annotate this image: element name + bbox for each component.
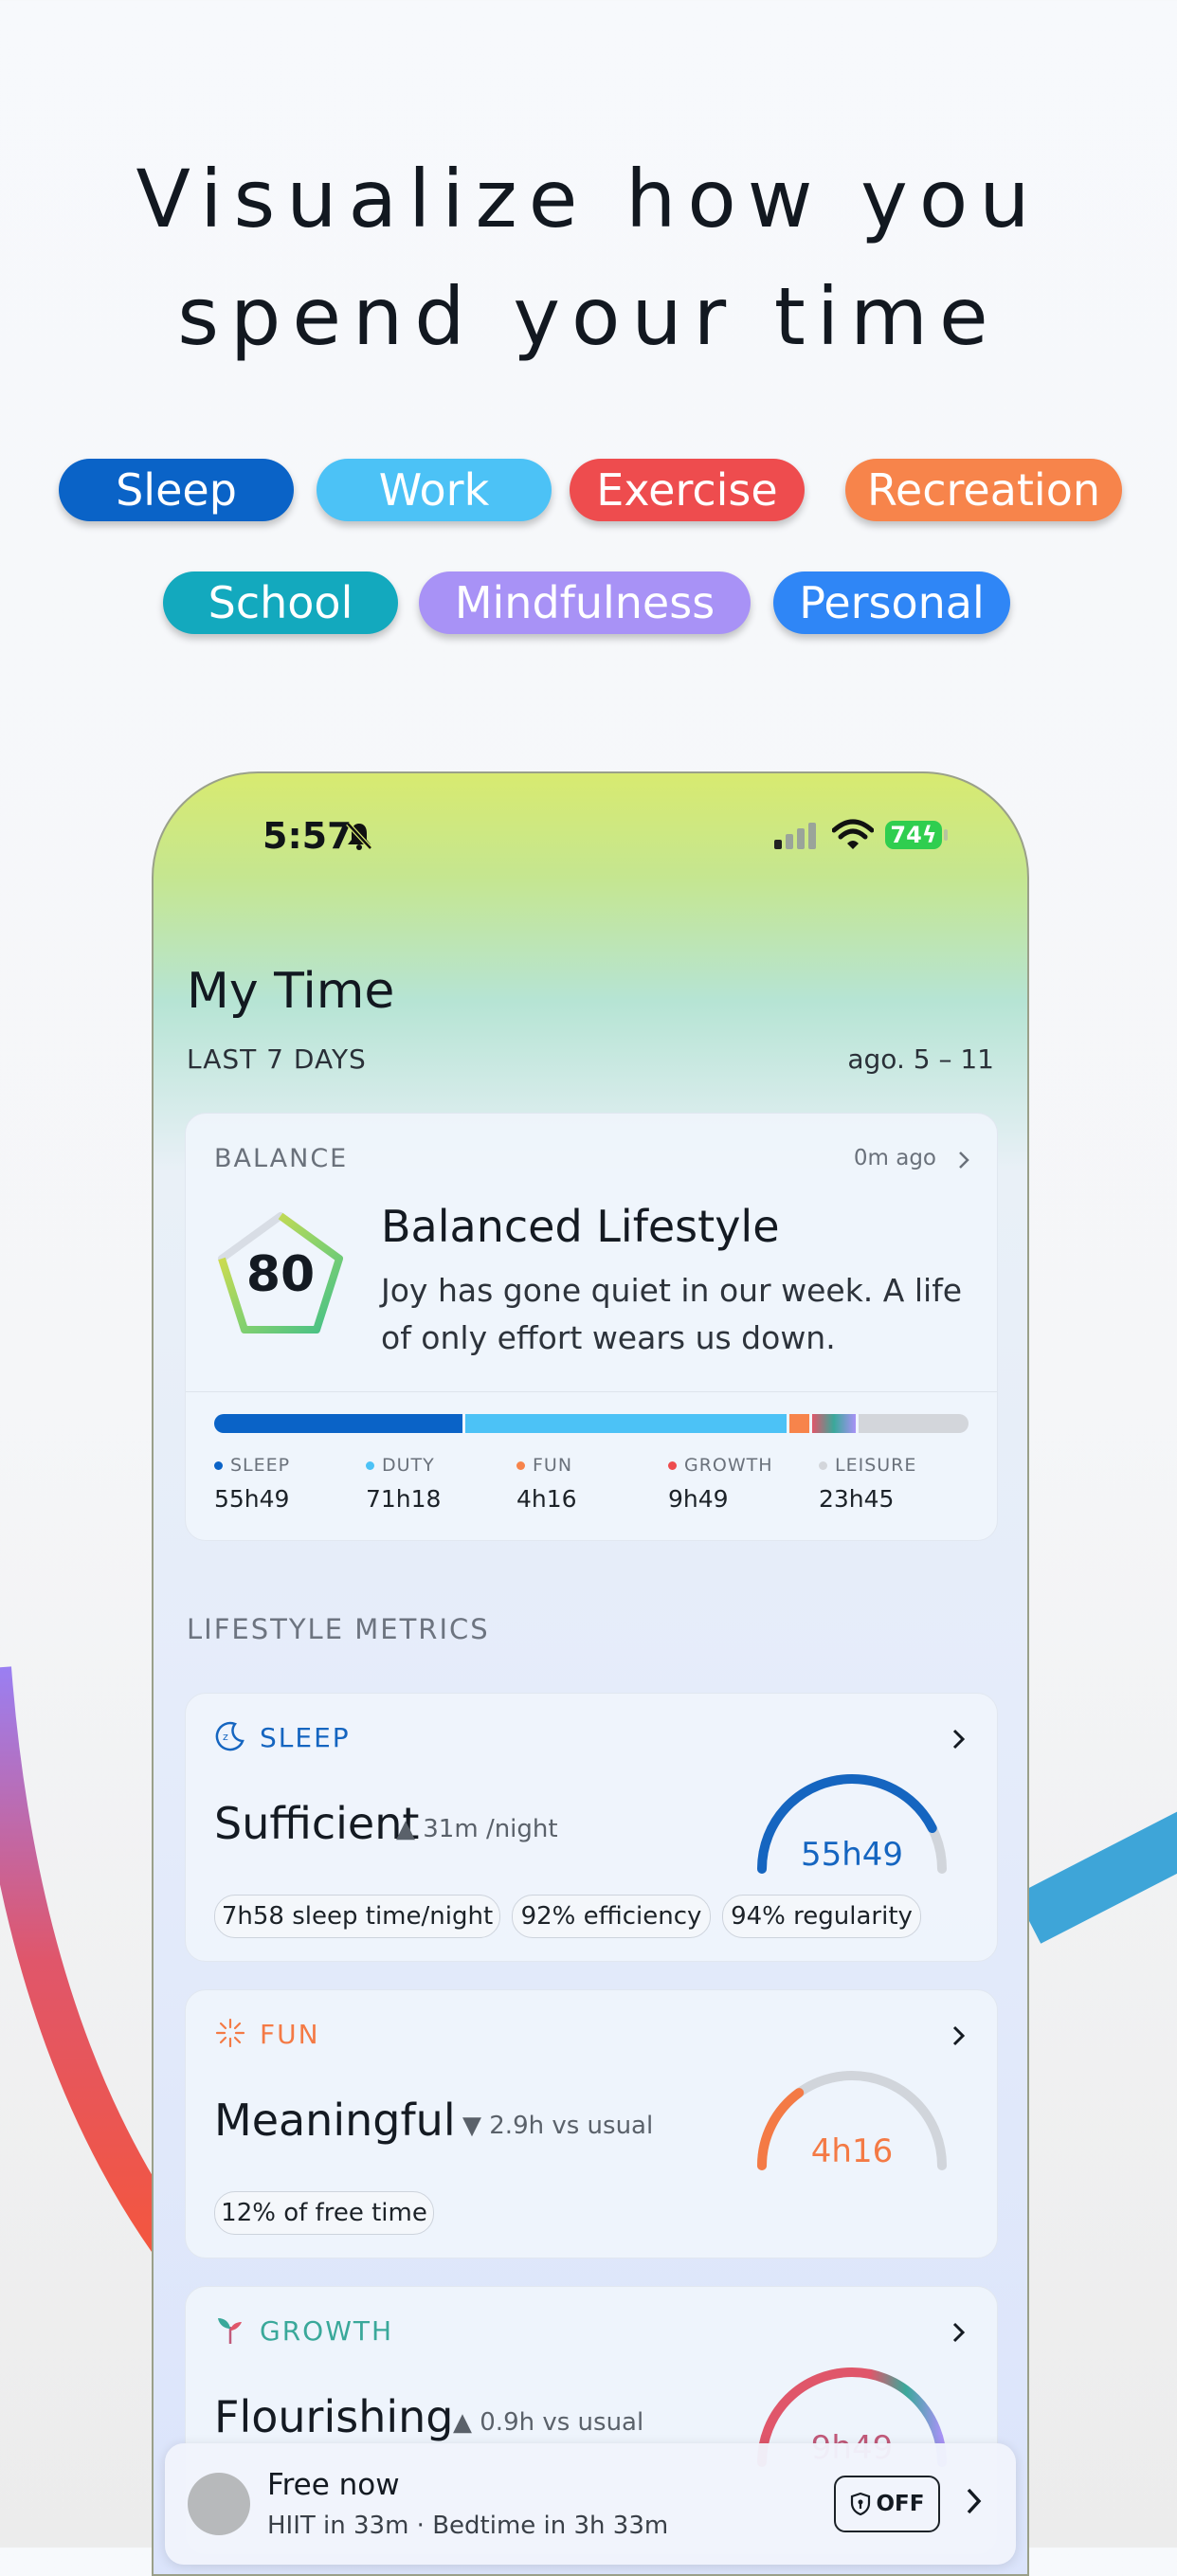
battery-level: 74	[890, 822, 922, 848]
legend-dot	[366, 1460, 374, 1470]
metric-chip: 7h58 sleep time/night	[214, 1895, 500, 1938]
bar-segment-leisure	[859, 1414, 969, 1433]
legend-label: FUN	[533, 1455, 573, 1476]
category-pill-mindfulness: Mindfulness	[419, 571, 751, 634]
metric-card-sleep[interactable]: z SLEEP Sufficient ▲ 31m /night 55h49 7h…	[185, 1693, 998, 1962]
balance-title: Balanced Lifestyle	[381, 1201, 780, 1252]
balance-score: 80	[245, 1246, 316, 1303]
svg-text:z: z	[223, 1731, 228, 1743]
bar-segment-fun	[789, 1414, 810, 1433]
chevron-right-icon[interactable]	[957, 1150, 970, 1170]
page-title: My Time	[187, 963, 395, 1020]
metric-value: 55h49	[800, 1836, 904, 1874]
triangle-up-icon: ▲	[396, 1815, 415, 1843]
chevron-right-icon[interactable]	[966, 2487, 983, 2515]
fireworks-icon	[215, 2018, 245, 2048]
bolt-icon: ϟ	[921, 822, 937, 848]
category-pill-recreation: Recreation	[845, 459, 1122, 521]
category-pill-work: Work	[317, 459, 552, 521]
metric-delta: ▲ 0.9h vs usual	[453, 2408, 643, 2437]
category-pill-personal: Personal	[773, 571, 1010, 634]
triangle-up-icon: ▲	[453, 2408, 472, 2437]
triangle-down-icon: ▼	[462, 2112, 481, 2140]
section-title: LIFESTYLE METRICS	[187, 1613, 490, 1645]
balance-card[interactable]: BALANCE 0m ago 80 Balanced Lifestyle Joy…	[185, 1113, 998, 1541]
toast-subtitle: HIIT in 33m · Bedtime in 3h 33m	[267, 2512, 669, 2540]
metric-delta: ▲ 31m /night	[396, 1815, 558, 1843]
legend-value: 23h45	[819, 1485, 895, 1513]
legend-fun: FUN 4h16	[516, 1455, 659, 1513]
legend-value: 4h16	[516, 1485, 577, 1513]
sleep-icon: z	[215, 1721, 244, 1751]
metric-name: GROWTH	[260, 2315, 394, 2347]
legend-label: LEISURE	[835, 1455, 917, 1476]
legend-duty: DUTY 71h18	[366, 1455, 508, 1513]
chevron-right-icon[interactable]	[951, 2321, 967, 2344]
metric-chip: 94% regularity	[722, 1895, 921, 1938]
legend-dot	[668, 1460, 677, 1470]
toast-title: Free now	[267, 2468, 400, 2502]
period-selector[interactable]: LAST 7 DAYS	[187, 1043, 367, 1075]
date-range: ago. 5 – 11	[847, 1043, 994, 1075]
metric-name: SLEEP	[260, 1722, 351, 1753]
now-toast[interactable]: Free now HIIT in 33m · Bedtime in 3h 33m…	[165, 2443, 1016, 2565]
bar-segment-sleep	[214, 1414, 463, 1433]
metric-name: FUN	[260, 2019, 320, 2050]
balance-updated: 0m ago	[853, 1146, 936, 1170]
bar-segment-duty	[465, 1414, 788, 1433]
category-pill-exercise: Exercise	[570, 459, 805, 521]
headline-line-1: Visualize how you	[136, 153, 1041, 245]
avatar	[188, 2473, 250, 2535]
status-bar: 5:57 74 ϟ	[154, 773, 1027, 906]
category-pill-school: School	[163, 571, 398, 634]
legend-leisure: LEISURE 23h45	[819, 1455, 961, 1513]
headline-line-2: spend your time	[177, 270, 1000, 363]
metric-status: Flourishing	[214, 2391, 454, 2442]
status-time: 5:57	[263, 815, 353, 857]
metric-status: Sufficient	[214, 1798, 420, 1849]
battery-charging-icon: 74 ϟ	[885, 821, 942, 849]
metric-delta-text: 31m /night	[423, 1815, 558, 1843]
legend-dot	[516, 1460, 525, 1470]
legend-value: 71h18	[366, 1485, 442, 1513]
balance-label: BALANCE	[214, 1144, 349, 1173]
bell-slash-icon	[346, 822, 372, 850]
chevron-right-icon[interactable]	[951, 1728, 967, 1751]
metric-value: 4h16	[810, 2132, 894, 2170]
legend-value: 55h49	[214, 1485, 290, 1513]
metric-card-fun[interactable]: FUN Meaningful ▼ 2.9h vs usual 4h16 12% …	[185, 1989, 998, 2259]
metric-delta-text: 2.9h vs usual	[489, 2112, 654, 2140]
metric-chip: 92% efficiency	[512, 1895, 711, 1938]
divider	[186, 1391, 997, 1392]
metric-status: Meaningful	[214, 2095, 456, 2146]
sprout-icon	[218, 2318, 242, 2344]
legend-dot	[214, 1460, 223, 1470]
wifi-icon	[832, 819, 874, 849]
legend-label: DUTY	[382, 1455, 435, 1476]
legend-value: 9h49	[668, 1485, 729, 1513]
focus-toggle-button[interactable]: OFF	[834, 2476, 940, 2532]
category-pill-sleep: Sleep	[59, 459, 294, 521]
metric-delta: ▼ 2.9h vs usual	[462, 2112, 653, 2140]
metric-delta-text: 0.9h vs usual	[480, 2408, 644, 2437]
shield-icon	[850, 2492, 870, 2516]
bar-segment-growth	[812, 1414, 857, 1433]
metric-chip: 12% of free time	[214, 2191, 434, 2235]
balance-breakdown-bar	[214, 1414, 969, 1433]
phone-mockup: 5:57 74 ϟ My Time LAST 7 DAYS ago. 5 – 11…	[152, 771, 1029, 2576]
headline: Visualize how you spend your time	[0, 140, 1177, 375]
balance-description: Joy has gone quiet in our week. A life o…	[381, 1272, 963, 1356]
legend-dot	[819, 1460, 827, 1470]
toggle-label: OFF	[876, 2492, 925, 2516]
chevron-right-icon[interactable]	[951, 2024, 967, 2047]
legend-sleep: SLEEP 55h49	[214, 1455, 356, 1513]
cellular-signal-icon	[774, 823, 816, 849]
legend-growth: GROWTH 9h49	[668, 1455, 810, 1513]
legend-label: SLEEP	[230, 1455, 291, 1476]
battery-nub	[944, 829, 948, 841]
legend-label: GROWTH	[684, 1455, 773, 1476]
